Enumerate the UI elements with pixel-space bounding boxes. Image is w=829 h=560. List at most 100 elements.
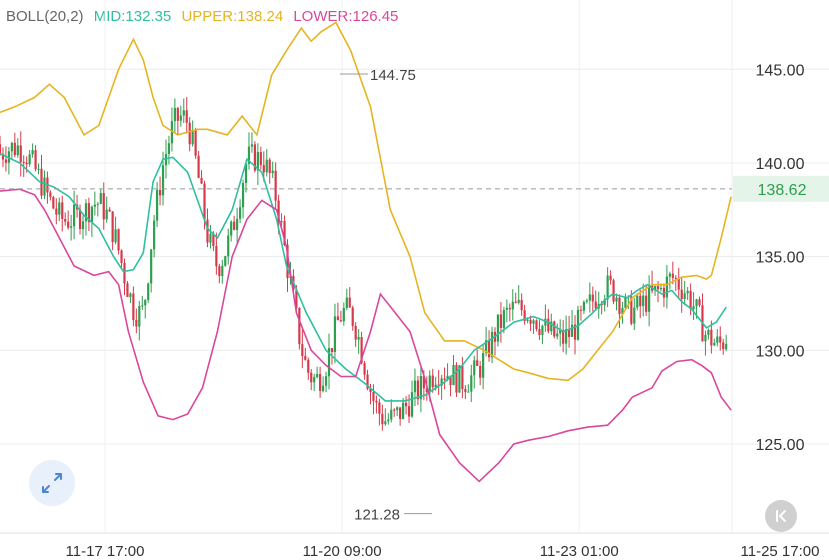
candle-body	[354, 325, 357, 340]
candle-body	[215, 245, 218, 267]
candle-body	[49, 192, 52, 198]
y-tick-label: 140.00	[756, 156, 805, 173]
candle-body	[58, 202, 61, 215]
candle-body	[135, 319, 138, 327]
candle-body	[639, 295, 642, 307]
candle-body	[482, 353, 485, 378]
candle-body	[656, 286, 660, 290]
candle-body	[34, 150, 37, 170]
candle-body	[111, 211, 114, 243]
y-tick-label: 135.00	[756, 250, 805, 267]
candle-body	[363, 363, 366, 375]
candle-body	[535, 320, 538, 329]
expand-chart-button[interactable]	[29, 460, 75, 506]
candle-body	[683, 293, 686, 299]
candle-body	[390, 409, 393, 420]
upper-band-line	[0, 21, 732, 382]
candle-body	[43, 177, 46, 196]
candle-body	[407, 406, 411, 417]
candle-body	[31, 150, 34, 155]
expand-arrows-icon	[42, 473, 62, 493]
candle-body	[645, 295, 648, 312]
candle-body	[81, 221, 85, 229]
x-tick-label: 11-25 17:00	[741, 543, 820, 560]
candle-body	[710, 329, 713, 346]
x-tick-label: 11-17 17:00	[66, 543, 145, 560]
candle-body	[155, 189, 159, 221]
candlestick-chart[interactable]: 138.62 144.75 121.28 145.00 140.00 135.00 130…	[0, 0, 829, 560]
candle-body	[319, 374, 322, 391]
candle-body	[268, 159, 271, 174]
candle-body	[594, 301, 597, 309]
candle-body	[402, 402, 405, 419]
candle-body	[579, 309, 583, 311]
candle-body	[221, 265, 224, 277]
candle-body	[612, 280, 615, 302]
candle-body	[64, 219, 67, 222]
candle-body	[70, 226, 73, 228]
candle-body	[61, 202, 64, 220]
candle-body	[345, 297, 348, 309]
candle-body	[164, 154, 168, 166]
candle-body	[553, 321, 556, 337]
candle-body	[704, 334, 707, 342]
x-tick-label: 11-20 09:00	[303, 543, 382, 560]
candle-body	[648, 284, 651, 312]
candle-body	[375, 400, 378, 403]
candle-body	[615, 297, 618, 302]
candle-body	[28, 154, 31, 165]
candle-body	[307, 359, 310, 373]
candle-body	[636, 295, 639, 308]
candle-body	[67, 221, 70, 228]
candle-body	[138, 305, 141, 327]
candle-body	[173, 108, 176, 122]
candle-body	[233, 221, 236, 230]
candle-body	[298, 307, 301, 345]
candle-body	[102, 193, 105, 220]
candle-body	[310, 372, 313, 383]
high-price-annotation: 144.75	[370, 67, 416, 84]
candle-body	[114, 229, 117, 243]
candle-body	[259, 152, 262, 166]
candle-body	[698, 299, 701, 306]
candle-body	[499, 314, 503, 328]
low-price-annotation: 121.28	[354, 507, 400, 524]
candle-body	[330, 348, 334, 352]
y-tick-label: 145.00	[756, 62, 805, 79]
candle-body	[396, 407, 399, 411]
candle-body	[19, 145, 22, 162]
candle-body	[520, 299, 523, 311]
candle-body	[496, 314, 500, 342]
candle-body	[37, 168, 40, 170]
candle-body	[25, 162, 28, 165]
candle-body	[348, 297, 351, 308]
candle-body	[443, 378, 446, 380]
candle-body	[606, 275, 609, 300]
candle-body	[476, 360, 479, 366]
candle-body	[689, 290, 692, 310]
candle-body	[707, 329, 710, 335]
candle-body	[470, 375, 473, 392]
candle-body	[224, 256, 227, 266]
axis-labels: 145.00 140.00 135.00 130.00 125.00 11-17 17:0…	[66, 62, 820, 560]
candle-body	[52, 197, 55, 209]
candle-body	[333, 316, 337, 352]
candle-body	[591, 294, 594, 302]
candle-body	[393, 409, 396, 411]
candle-body	[674, 277, 677, 279]
candle-body	[384, 421, 387, 425]
candle-body	[671, 273, 674, 278]
back-to-latest-icon	[776, 510, 786, 522]
candle-body	[16, 145, 19, 156]
back-to-latest-button[interactable]	[765, 500, 797, 532]
candle-body	[241, 182, 245, 208]
candle-body	[467, 391, 470, 393]
candle-body	[479, 365, 482, 378]
candle-body	[609, 275, 612, 281]
candle-body	[517, 299, 520, 303]
candle-body	[351, 307, 354, 326]
candle-body	[197, 155, 200, 178]
candle-body	[399, 407, 402, 419]
current-price-line: 138.62 144.75 121.28	[0, 67, 829, 524]
candle-body	[431, 375, 434, 388]
